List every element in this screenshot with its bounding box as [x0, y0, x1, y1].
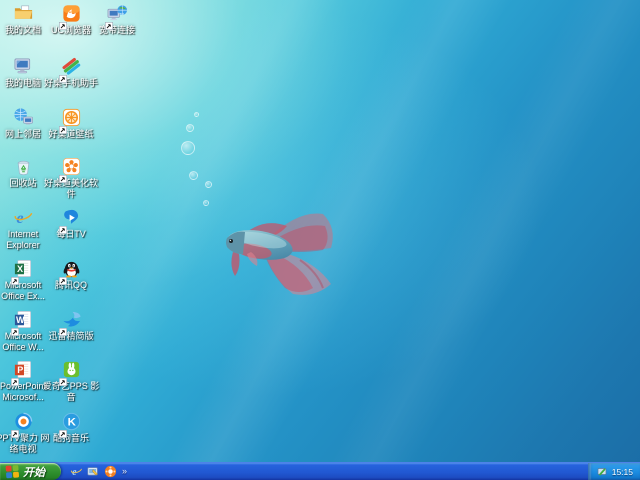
bubble-icon	[189, 171, 198, 180]
shortcut-arrow-icon	[11, 373, 19, 381]
start-button[interactable]: 开始	[0, 463, 61, 480]
shortcut-arrow-icon	[11, 272, 19, 280]
desktop-icon-tencent-qq[interactable]: 腾讯QQ	[41, 258, 101, 291]
desktop-icon-xunlei-lite[interactable]: 迅雷精简版	[41, 309, 101, 342]
uc-browser-icon	[60, 3, 82, 24]
meiri-tv-icon	[60, 207, 82, 228]
iqiyi-pps-icon	[60, 359, 82, 380]
svg-text:e: e	[16, 209, 23, 227]
bubble-icon	[181, 141, 195, 155]
quick-launch-bar: e»	[61, 463, 133, 480]
broadband-connection-icon	[106, 3, 128, 24]
shortcut-arrow-icon	[59, 425, 67, 433]
desktop-icon-haozhuodao-wallpaper[interactable]: 好桌道壁纸	[41, 107, 101, 140]
haozhuo-phone-assistant-icon	[60, 56, 82, 77]
show-desktop-quick-launch[interactable]	[86, 465, 100, 479]
bubble-icon	[194, 112, 199, 117]
ms-powerpoint-icon: P	[12, 359, 34, 380]
bubble-icon	[186, 124, 194, 132]
desktop-icon-label: 宽带连接	[87, 25, 147, 36]
shortcut-arrow-icon	[59, 373, 67, 381]
quick-launch-overflow-chevron[interactable]: »	[120, 467, 129, 476]
desktop-icon-label: 酷狗音乐	[41, 433, 101, 444]
shortcut-arrow-icon	[59, 70, 67, 78]
ms-word-icon: W	[12, 309, 34, 330]
shortcut-arrow-icon	[59, 17, 67, 25]
desktop-icon-iqiyi-pps[interactable]: 爱奇艺PPS 影 音	[41, 359, 101, 403]
desktop-icon-haozhuo-phone-assistant[interactable]: 好桌手机助手	[41, 56, 101, 89]
desktop-icon-broadband-connection[interactable]: 宽带连接	[87, 3, 147, 36]
desktop-icon-label: 迅雷精简版	[41, 331, 101, 342]
shortcut-arrow-icon	[59, 272, 67, 280]
desktop-icon-label: 爱奇艺PPS 影 音	[41, 381, 101, 403]
desktop-icon-label: 腾讯QQ	[41, 280, 101, 291]
my-computer-icon	[12, 56, 34, 77]
ms-excel-icon: X	[12, 258, 34, 279]
xunlei-lite-icon	[60, 309, 82, 330]
shortcut-arrow-icon	[59, 170, 67, 178]
start-label: 开始	[23, 464, 45, 480]
svg-text:K: K	[67, 417, 76, 429]
tray-status-icon[interactable]	[597, 466, 608, 477]
bubble-icon	[205, 181, 212, 188]
haozhuodao-beautify-icon	[60, 156, 82, 177]
shortcut-arrow-icon	[59, 221, 67, 229]
haozhuodao-wallpaper-icon	[60, 107, 82, 128]
kugou-music-icon: K	[60, 411, 82, 432]
desktop-icon-label: 好桌手机助手	[41, 78, 101, 89]
shortcut-arrow-icon	[59, 121, 67, 129]
recycle-bin-icon	[12, 156, 34, 177]
desktop-icon-meiri-tv[interactable]: 每日TV	[41, 207, 101, 240]
desktop-icon-kugou-music[interactable]: K 酷狗音乐	[41, 411, 101, 444]
windows-flag-icon	[5, 464, 20, 479]
shortcut-arrow-icon	[11, 323, 19, 331]
internet-explorer-icon: e	[12, 207, 34, 228]
network-places-icon	[12, 107, 34, 128]
bubble-icon	[203, 200, 209, 206]
desktop[interactable]: 我的文档UC浏览器宽带连接我的电脑好桌手机助手网上邻居好桌道壁纸回收站好桌道美化…	[0, 0, 640, 480]
taskbar: 开始 e» 15:15	[0, 462, 640, 480]
pptv-icon	[12, 411, 34, 432]
tray-clock[interactable]: 15:15	[612, 467, 633, 477]
desktop-icon-label: 好桌道壁纸	[41, 129, 101, 140]
tencent-qq-icon	[60, 258, 82, 279]
my-documents-icon	[12, 3, 34, 24]
desktop-icon-label: 好桌道美化软 件	[41, 178, 101, 200]
internet-explorer-quick-launch[interactable]: e	[69, 465, 83, 479]
taskbar-empty-area	[133, 463, 588, 480]
shortcut-arrow-icon	[11, 425, 19, 433]
desktop-icon-haozhuodao-beautify[interactable]: 好桌道美化软 件	[41, 156, 101, 200]
desktop-icon-label: 每日TV	[41, 229, 101, 240]
haozhuodao-quick-launch[interactable]	[103, 465, 117, 479]
shortcut-arrow-icon	[59, 323, 67, 331]
system-tray: 15:15	[588, 463, 640, 480]
shortcut-arrow-icon	[105, 17, 113, 25]
